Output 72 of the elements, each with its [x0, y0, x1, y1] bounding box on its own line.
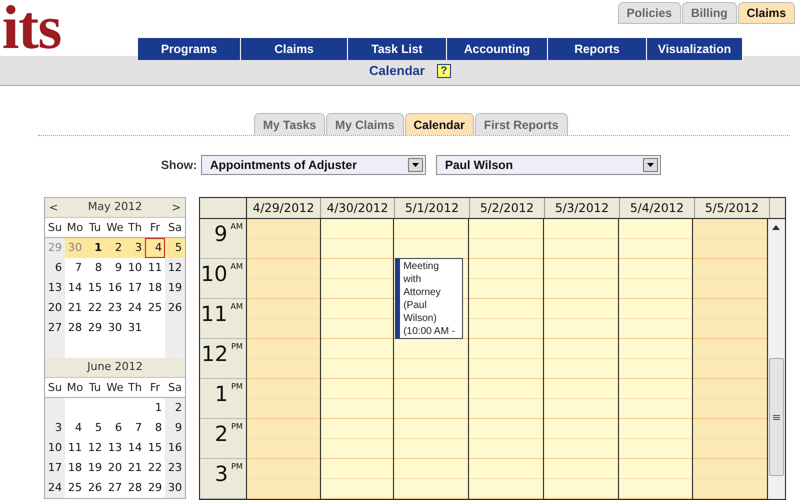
weekday-label: Sa [167, 380, 183, 396]
calendar-day[interactable]: 26 [165, 298, 185, 318]
day-header: 5/5/2012 [695, 198, 770, 218]
appointment-type-select[interactable]: Appointments of Adjuster [201, 155, 426, 175]
page-title: Calendar [369, 62, 425, 80]
month-title: May 2012 [88, 199, 142, 216]
weekday-label: Su [47, 380, 63, 396]
appointment-card[interactable]: Meeting with Attorney (Paul Wilson) (10:00 AM - [395, 258, 464, 339]
calendar-day[interactable]: 24 [45, 478, 65, 498]
person-select[interactable]: Paul Wilson [436, 155, 661, 175]
weekday-label: We [106, 380, 124, 396]
weekday-label: Sa [167, 220, 183, 236]
month-title: June 2012 [87, 359, 143, 376]
calendar-day[interactable]: 13 [45, 278, 65, 298]
section-tab[interactable]: My Tasks [254, 113, 326, 135]
day-header: 4/29/2012 [247, 198, 321, 218]
caret-icon [643, 158, 658, 172]
section-tab[interactable]: Calendar [404, 113, 474, 135]
day-column[interactable]: Meeting with Attorney (Paul Wilson) (10:00 AM - [394, 219, 470, 499]
calendar-day[interactable]: 30 [165, 478, 185, 498]
calendar-day[interactable]: 12 [165, 258, 185, 278]
scrollbar[interactable] [768, 219, 786, 499]
day-column[interactable] [320, 219, 394, 499]
logo: its [1, 0, 61, 56]
previous-month-button[interactable]: < [49, 202, 58, 213]
weekday-label: Mo [66, 220, 84, 236]
calendar-day[interactable]: 16 [165, 438, 185, 458]
weekday-label: Su [47, 220, 63, 236]
caret-icon [408, 158, 423, 172]
module-tab[interactable]: Policies [618, 2, 681, 24]
calendar-day[interactable]: 3 [125, 238, 145, 258]
scroll-up-icon[interactable] [772, 225, 780, 230]
next-month-button[interactable]: > [172, 202, 181, 213]
calendar-day[interactable]: 6 [45, 258, 65, 278]
calendar-day[interactable]: 2 [165, 398, 185, 418]
calendar-day[interactable]: 5 [165, 238, 185, 258]
help-button[interactable]: ? [436, 64, 451, 78]
day-header: 5/2/2012 [470, 198, 545, 218]
appointment-text: Meeting with Attorney (Paul Wilson) (10:00 AM - [403, 260, 456, 338]
calendar-day[interactable]: 2 [105, 238, 125, 258]
weekday-label: Tu [88, 380, 102, 396]
weekday-label: Fr [148, 220, 162, 236]
weekday-label: We [106, 220, 124, 236]
weekday-label: Th [127, 220, 143, 236]
calendar-day[interactable]: 17 [45, 458, 65, 478]
blank-day [45, 398, 65, 418]
day-header: 5/3/2012 [545, 198, 620, 218]
module-tab[interactable]: Billing [682, 2, 737, 24]
calendar-day[interactable]: 20 [45, 298, 65, 318]
weekday-label: Tu [88, 220, 102, 236]
scrollbar-thumb[interactable] [769, 358, 784, 476]
day-header: 5/1/2012 [395, 198, 470, 218]
calendar-day[interactable]: 9 [165, 418, 185, 438]
section-tab[interactable]: First Reports [474, 113, 568, 135]
calendar-day[interactable]: 3 [45, 418, 65, 438]
blank-day [45, 338, 65, 358]
blank-day [165, 338, 185, 358]
module-tab[interactable]: Claims [738, 2, 795, 24]
weekday-label: Th [127, 380, 143, 396]
day-column[interactable] [246, 219, 321, 499]
section-tab[interactable]: My Claims [326, 113, 404, 135]
day-header: 5/4/2012 [620, 198, 695, 218]
weekday-label: Fr [148, 380, 162, 396]
show-label: Show: [160, 157, 198, 174]
calendar-day[interactable]: 23 [165, 458, 185, 478]
calendar-day[interactable]: 4 [145, 238, 165, 258]
calendar-day[interactable]: 10 [45, 438, 65, 458]
calendar-day[interactable]: 27 [45, 318, 65, 338]
weekday-label: Mo [66, 380, 84, 396]
calendar-day[interactable]: 19 [165, 278, 185, 298]
calendar-day[interactable]: 1 [85, 238, 105, 258]
day-header: 4/30/2012 [321, 198, 395, 218]
